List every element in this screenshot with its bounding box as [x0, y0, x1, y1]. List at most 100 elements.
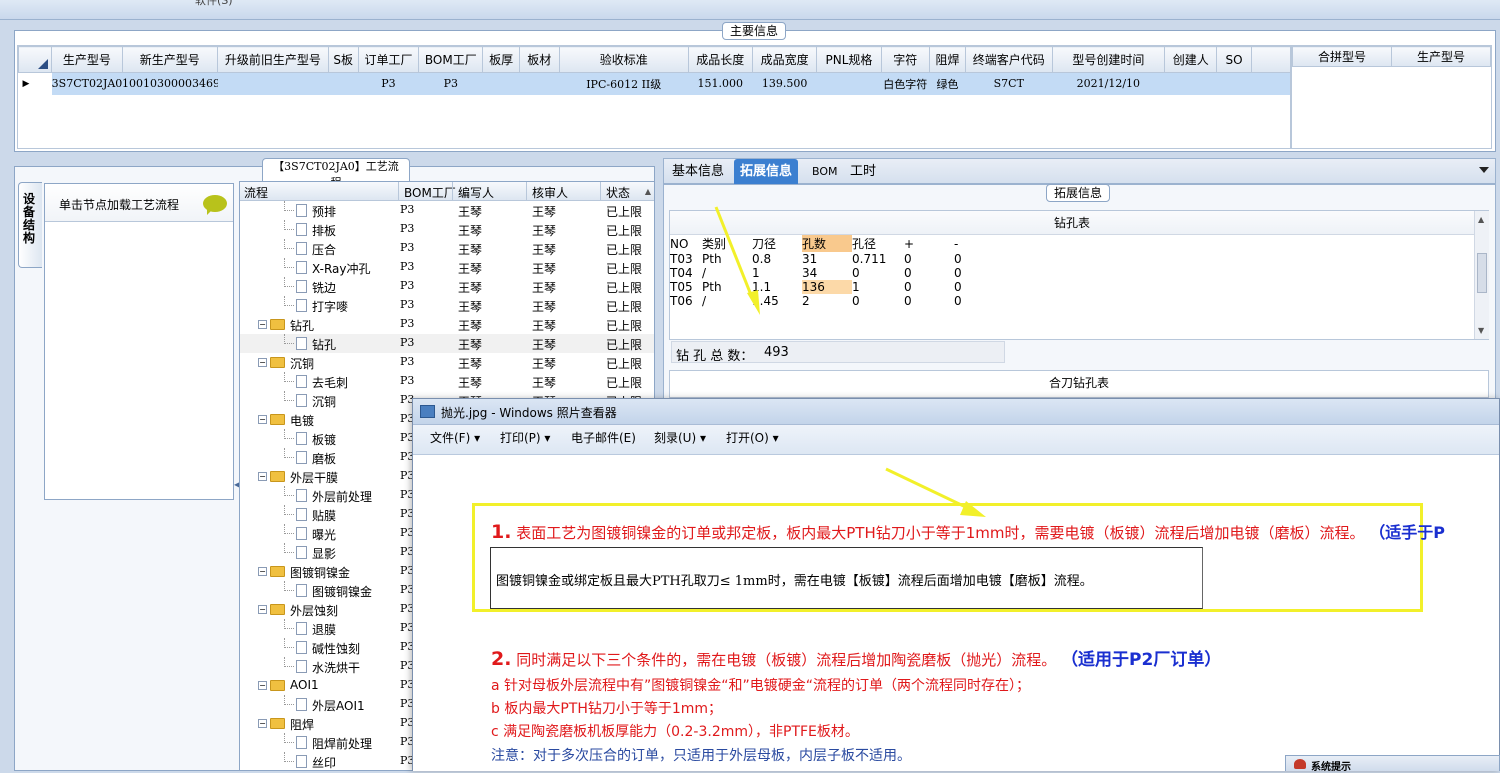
viewer-titlebar[interactable]: 抛光.jpg - Windows 照片查看器 — [413, 399, 1499, 425]
column-header[interactable]: 成品长度 — [687, 46, 753, 73]
column-header[interactable]: 升级前旧生产型号 — [217, 46, 329, 73]
menu-open[interactable]: 打开(O) ▾ — [726, 425, 779, 451]
cell[interactable] — [328, 72, 359, 95]
cell[interactable]: P3 — [418, 72, 483, 95]
column-header[interactable]: 阻焊 — [928, 46, 967, 73]
menu-file[interactable]: 文件(F) ▾ — [430, 425, 480, 451]
drill-cell[interactable]: T06 — [670, 294, 702, 308]
column-header[interactable]: BOM工厂 — [418, 46, 484, 73]
column-header[interactable]: 终端客户代码 — [965, 46, 1053, 73]
main-info-grid[interactable]: 生产型号 新生产型号 升级前旧生产型号 S板 订单工厂 BOM工厂 板厚 板材 验收标准 成品长度… — [17, 45, 1291, 149]
column-header[interactable]: PNL规格 — [816, 46, 882, 73]
tab-dropdown-icon[interactable] — [1479, 167, 1489, 173]
drill-column-header[interactable]: - — [954, 235, 1004, 252]
column-header[interactable]: 成品宽度 — [751, 46, 818, 73]
column-header[interactable]: 合拼型号 — [1292, 46, 1392, 67]
menu-print[interactable]: 打印(P) ▾ — [500, 425, 550, 451]
collapse-toggle-icon[interactable]: − — [258, 567, 267, 576]
collapse-toggle-icon[interactable]: − — [258, 719, 267, 728]
drill-column-header[interactable]: 孔数 — [802, 235, 852, 252]
tree-column-header[interactable]: 流程 — [244, 184, 268, 201]
cell[interactable]: 3S7CT02JA0 — [51, 72, 123, 95]
column-header[interactable]: 创建人 — [1164, 46, 1218, 73]
row-selector-icon[interactable]: ▶ — [18, 72, 52, 95]
tab-bom[interactable]: BOM — [806, 159, 844, 185]
merge-model-grid[interactable]: 合拼型号 生产型号 — [1291, 45, 1492, 149]
tree-row[interactable]: 排板 P3 王琴 王琴 已上限 — [240, 220, 654, 239]
cell[interactable]: 10010300003469 — [122, 72, 218, 95]
scroll-up-icon[interactable]: ▲ — [1478, 215, 1484, 224]
drill-scrollbar[interactable]: ▲ ▼ — [1474, 211, 1489, 339]
drill-column-header[interactable]: 孔径 — [852, 235, 904, 252]
tree-column-header[interactable]: 状态 — [606, 184, 630, 201]
menu-burn[interactable]: 刻录(U) ▾ — [654, 425, 706, 451]
tree-row[interactable]: 预排 P3 王琴 王琴 已上限 — [240, 201, 654, 220]
column-header[interactable]: S板 — [327, 46, 359, 73]
collapse-toggle-icon[interactable]: − — [258, 681, 267, 690]
collapse-toggle-icon[interactable]: − — [258, 320, 267, 329]
drill-cell[interactable]: T05 — [670, 280, 702, 294]
tab-basic-info[interactable]: 基本信息 — [666, 159, 730, 185]
cell[interactable]: P3 — [358, 72, 419, 95]
column-header[interactable]: 字符 — [880, 46, 930, 73]
tree-row[interactable]: 铣边 P3 王琴 王琴 已上限 — [240, 277, 654, 296]
drill-column-header[interactable]: + — [904, 235, 954, 252]
cell[interactable] — [217, 72, 329, 95]
column-header[interactable]: SO — [1216, 46, 1252, 73]
tree-row[interactable]: − 钻孔 P3 王琴 王琴 已上限 — [240, 315, 654, 334]
drill-cell[interactable]: 136 — [802, 280, 852, 294]
cell[interactable]: 2021/12/10 — [1052, 72, 1165, 95]
column-header[interactable]: 新生产型号 — [121, 46, 219, 73]
drill-cell[interactable]: 0 — [954, 266, 1004, 280]
cell[interactable]: 139.500 — [752, 72, 817, 95]
cell[interactable] — [1164, 72, 1217, 95]
cell[interactable] — [1216, 72, 1252, 95]
column-header[interactable]: 生产型号 — [1391, 46, 1491, 67]
tree-column-header[interactable]: 编写人 — [458, 184, 494, 201]
drill-column-header[interactable]: NO — [670, 235, 702, 252]
drill-cell[interactable]: 31 — [802, 252, 852, 266]
cell[interactable]: 绿色 — [929, 72, 966, 95]
column-header[interactable]: 板厚 — [482, 46, 520, 73]
tree-column-header[interactable]: 核审人 — [532, 184, 568, 201]
cell[interactable] — [816, 72, 882, 95]
load-process-node[interactable]: 单击节点加载工艺流程 — [45, 184, 233, 222]
scroll-up-icon[interactable]: ▲ — [641, 182, 654, 201]
drill-cell[interactable]: 0 — [904, 266, 954, 280]
collapse-toggle-icon[interactable]: − — [258, 472, 267, 481]
drill-cell[interactable]: 0 — [904, 280, 954, 294]
tree-row[interactable]: 钻孔 P3 王琴 王琴 已上限 — [240, 334, 654, 353]
cell[interactable]: 白色字符 — [881, 72, 930, 95]
cell[interactable]: 151.000 — [688, 72, 753, 95]
collapse-toggle-icon[interactable]: − — [258, 605, 267, 614]
column-header[interactable]: 订单工厂 — [357, 46, 420, 73]
cell[interactable] — [519, 72, 560, 95]
equipment-structure-tab[interactable]: 设备结构 — [18, 182, 42, 268]
drill-cell[interactable]: 0 — [904, 294, 954, 308]
drill-cell[interactable]: 0 — [852, 294, 904, 308]
system-tip-window[interactable]: 系统提示 — [1285, 755, 1500, 773]
drill-cell[interactable]: T03 — [670, 252, 702, 266]
drill-cell[interactable]: 0 — [954, 280, 1004, 294]
collapse-toggle-icon[interactable]: − — [258, 358, 267, 367]
drill-cell[interactable]: 1 — [852, 280, 904, 294]
tree-row[interactable]: − 沉铜 P3 王琴 王琴 已上限 — [240, 353, 654, 372]
column-header[interactable]: 生产型号 — [51, 46, 123, 73]
tree-column-header[interactable]: BOM工厂 — [404, 184, 456, 201]
tree-row[interactable]: X-Ray冲孔 P3 王琴 王琴 已上限 — [240, 258, 654, 277]
cell[interactable]: IPC-6012 II级 — [559, 72, 689, 95]
tab-work-hours[interactable]: 工时 — [844, 159, 882, 185]
drill-cell[interactable]: 0 — [904, 252, 954, 266]
drill-cell[interactable]: T04 — [670, 266, 702, 280]
tree-row[interactable]: 打字嘜 P3 王琴 王琴 已上限 — [240, 296, 654, 315]
drill-cell[interactable]: 2 — [802, 294, 852, 308]
column-header[interactable]: 板材 — [518, 46, 560, 73]
scroll-thumb[interactable] — [1477, 253, 1487, 293]
column-header[interactable]: 型号创建时间 — [1051, 46, 1166, 73]
collapse-toggle-icon[interactable]: − — [258, 415, 267, 424]
drill-cell[interactable]: 0 — [954, 252, 1004, 266]
drill-cell[interactable]: 0 — [954, 294, 1004, 308]
drill-cell[interactable]: 0 — [852, 266, 904, 280]
menu-email[interactable]: 电子邮件(E) — [571, 425, 636, 451]
column-header[interactable]: 验收标准 — [558, 46, 689, 73]
